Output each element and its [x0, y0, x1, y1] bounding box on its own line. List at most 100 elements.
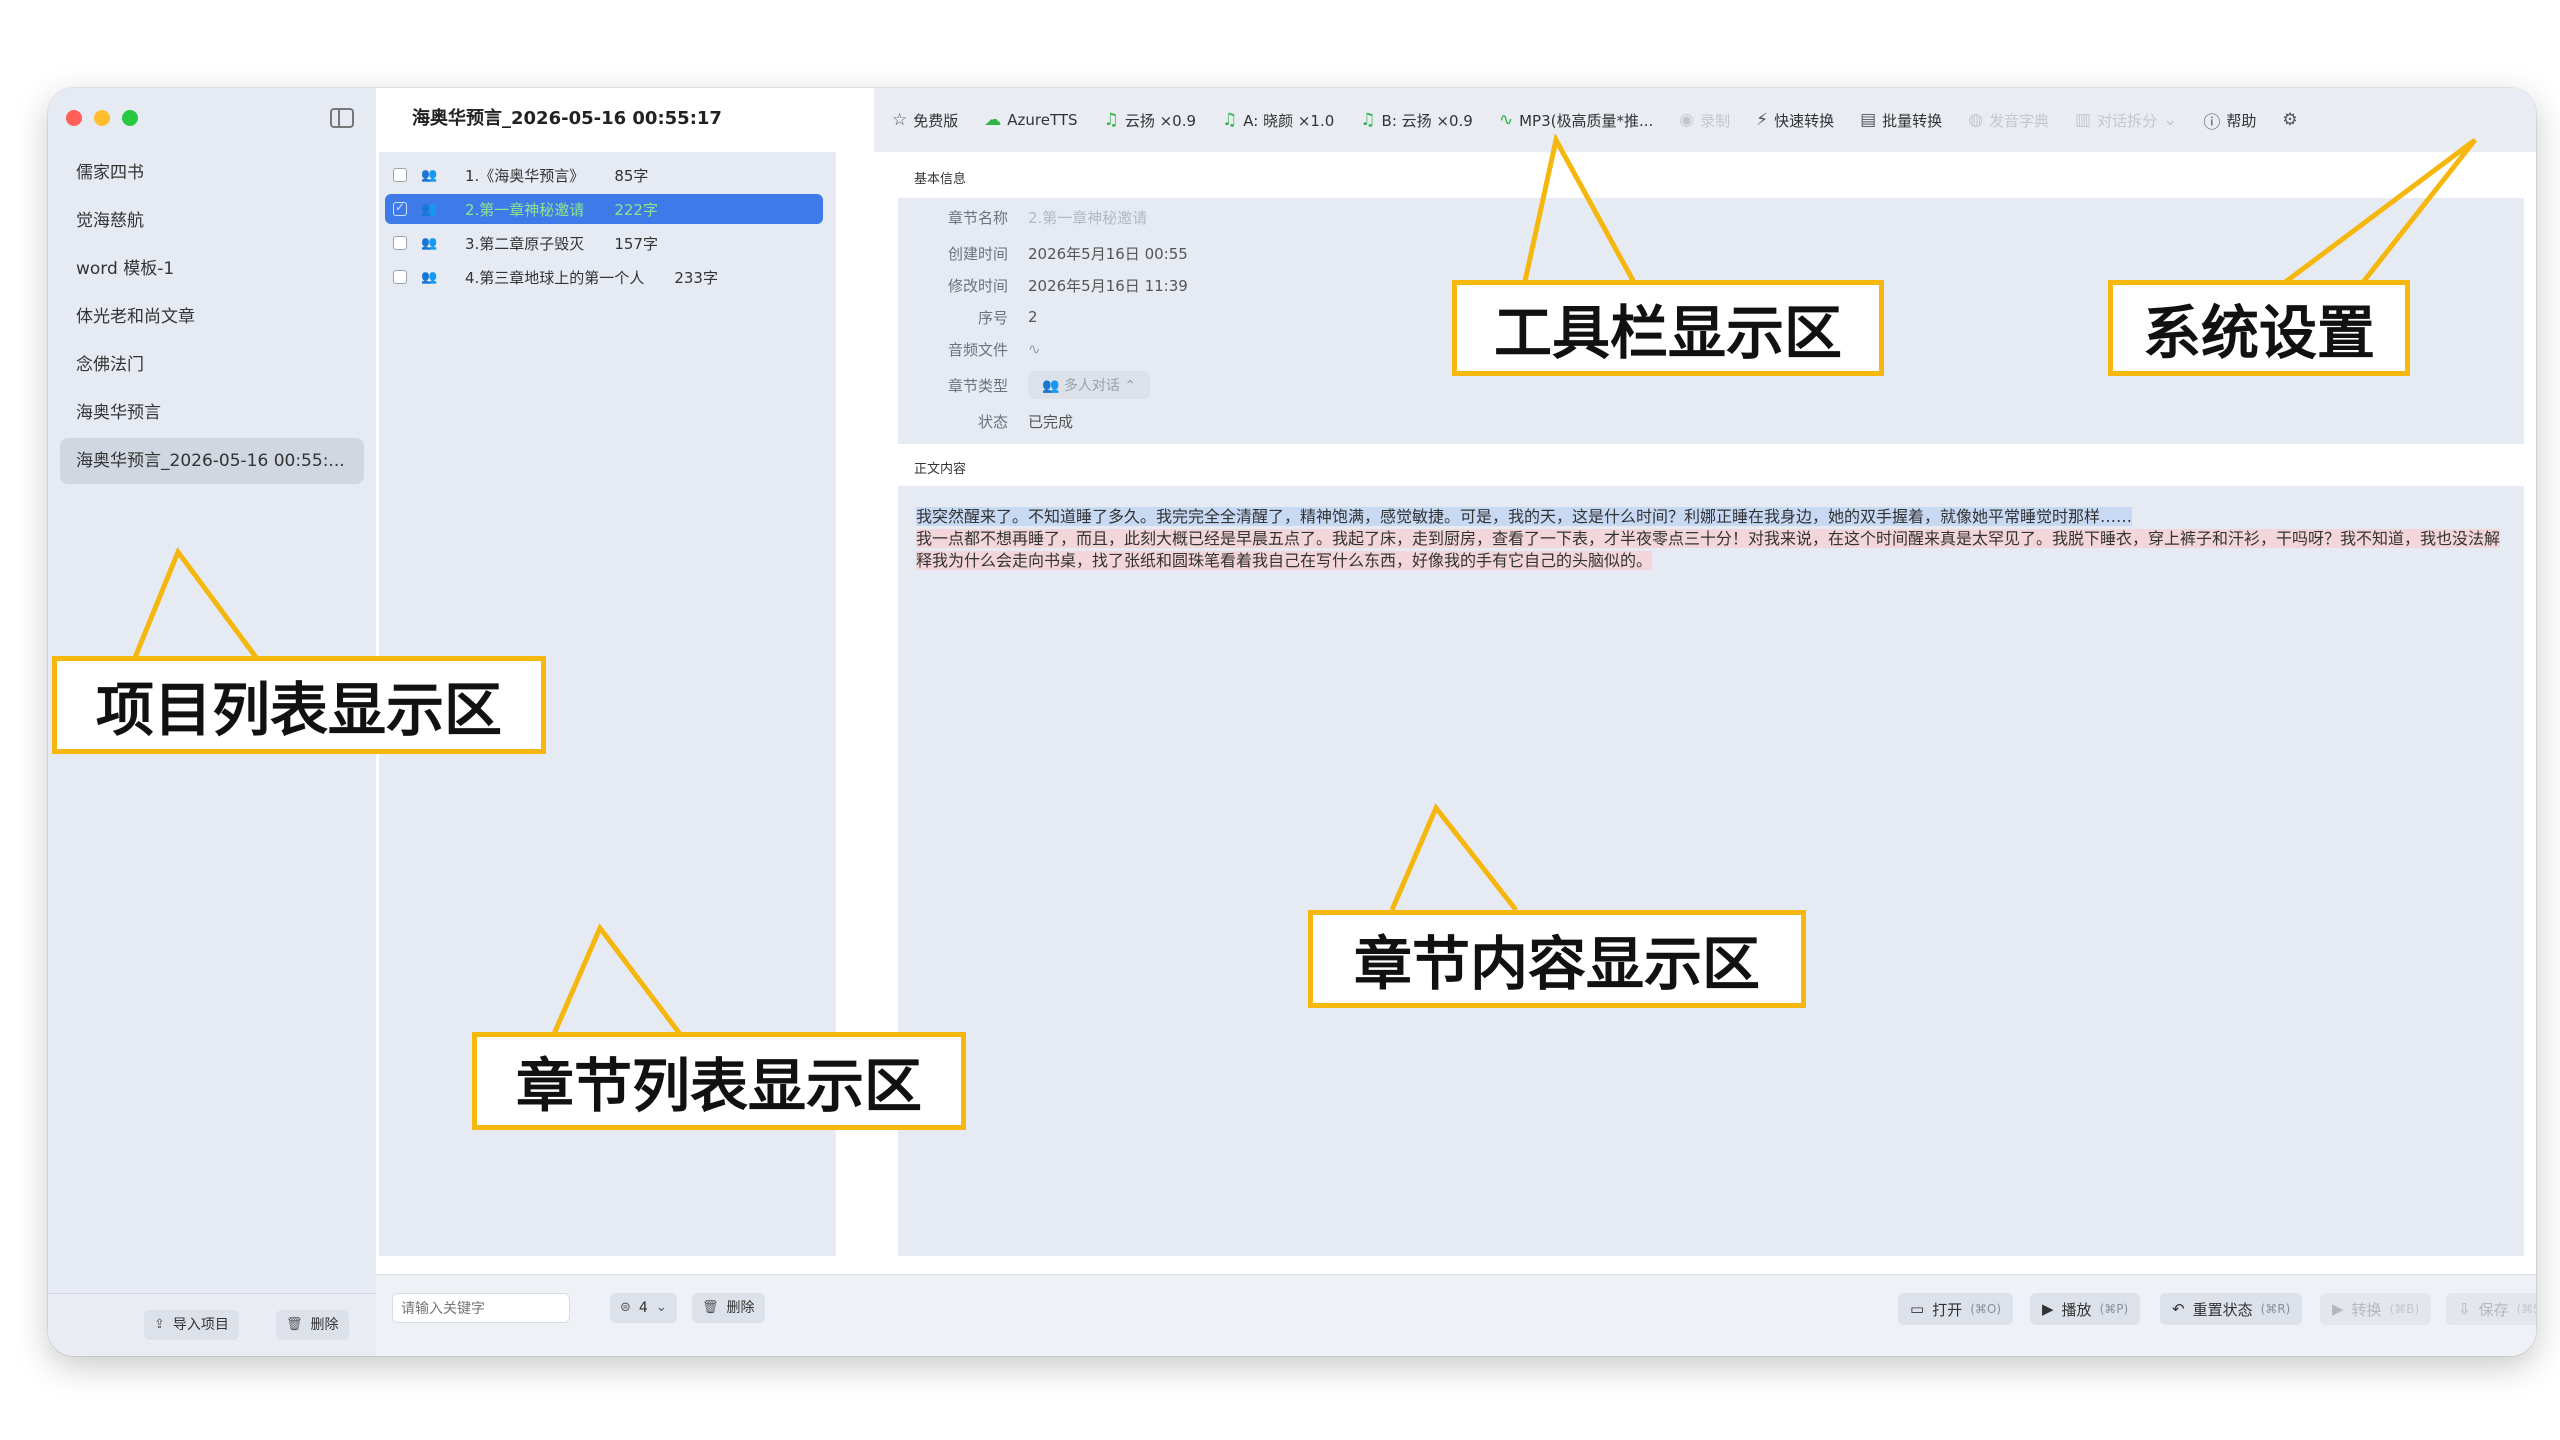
- save-button[interactable]: ⇩ 保存 (⌘S): [2446, 1293, 2536, 1325]
- minimize-window-button[interactable]: [94, 110, 110, 126]
- play-button[interactable]: ▶ 播放 (⌘P): [2030, 1293, 2141, 1325]
- dialog-split-button[interactable]: ▥ 对话拆分 ⌄: [2075, 110, 2177, 131]
- project-item[interactable]: word 模板-1: [60, 246, 364, 292]
- quick-convert-label: 快速转换: [1774, 111, 1835, 130]
- project-item[interactable]: 儒家四书: [60, 150, 364, 196]
- project-item-selected[interactable]: 海奥华预言_2026-05-16 00:55:...: [60, 438, 364, 484]
- created-value: 2026年5月16日 00:55: [1028, 244, 1188, 263]
- voice-a-select[interactable]: ♫ A: 晓颜 ×1.0: [1222, 110, 1334, 131]
- multi-speaker-icon: 👥: [421, 167, 437, 183]
- chapter-text-editor[interactable]: 我突然醒来了。不知道睡了多久。我完完全全清醒了，精神饱满，感觉敏捷。可是，我的天…: [898, 486, 2524, 1256]
- batch-convert-button[interactable]: ▤ 批量转换: [1860, 110, 1942, 131]
- multi-speaker-icon: 👥: [421, 201, 437, 217]
- modified-label: 修改时间: [947, 276, 1008, 295]
- engine-label: AzureTTS: [1007, 111, 1078, 129]
- chapter-row-selected[interactable]: 👥 2.第一章神秘邀请 222字: [385, 194, 823, 224]
- delete-chapter-label: 删除: [726, 1300, 755, 1316]
- chapter-word-count: 222字: [614, 200, 658, 219]
- project-item[interactable]: 海奥华预言: [60, 390, 364, 436]
- record-icon: ◉: [1679, 110, 1695, 130]
- import-project-button[interactable]: ⇪ 导入项目: [144, 1310, 239, 1340]
- zoom-window-button[interactable]: [122, 110, 138, 126]
- toolbar-callout: 工具栏显示区: [1452, 280, 1884, 376]
- format-select[interactable]: ∿ MP3(极高质量*推...: [1499, 110, 1653, 131]
- chapter-row[interactable]: 👥 4.第三章地球上的第一个人 233字: [385, 262, 823, 292]
- waveform-icon[interactable]: ∿: [1028, 340, 1041, 358]
- name-input[interactable]: 2.第一章神秘邀请: [1028, 207, 1147, 228]
- info-section-label: 基本信息: [914, 172, 967, 187]
- filter-icon: ⊜: [620, 1300, 631, 1315]
- project-item[interactable]: 体光老和尚文章: [60, 294, 364, 340]
- filter-select[interactable]: ⊜ 4 ⌄: [610, 1293, 677, 1323]
- split-icon: ▥: [2075, 110, 2092, 130]
- chapter-word-count: 157字: [614, 234, 658, 253]
- dialog-split-label: 对话拆分: [2097, 111, 2158, 130]
- voice-label: 云扬 ×0.9: [1124, 111, 1197, 130]
- info-row-modified: 修改时间 2026年5月16日 11:39: [898, 270, 1188, 300]
- undo-icon: ↶: [2172, 1300, 2185, 1318]
- chapter-title: 4.第三章地球上的第一个人: [465, 268, 645, 287]
- delete-project-button[interactable]: 🗑 删除: [276, 1310, 349, 1340]
- project-actions-bar: ⇪ 导入项目 🗑 删除: [48, 1293, 376, 1356]
- waveform-icon: ∿: [1498, 110, 1514, 130]
- convert-button[interactable]: ▶ 转换 (⌘B): [2320, 1293, 2432, 1325]
- engine-select[interactable]: ☁ AzureTTS: [984, 110, 1077, 130]
- dictionary-icon: ◍: [1968, 110, 1984, 130]
- play-icon: ▶: [2042, 1300, 2054, 1318]
- project-item[interactable]: 觉海慈航: [60, 198, 364, 244]
- voice-b-select[interactable]: ♫ B: 云扬 ×0.9: [1360, 110, 1473, 131]
- trash-icon: 🗑: [286, 1317, 303, 1332]
- multi-speaker-icon: ♫: [1222, 110, 1238, 130]
- info-row-status: 状态 已完成: [898, 406, 1073, 436]
- gear-icon: ⚙: [2282, 110, 2298, 130]
- convert-label: 转换: [2351, 1300, 2382, 1319]
- body-section-label: 正文内容: [914, 462, 967, 477]
- play-shortcut: (⌘P): [2099, 1302, 2129, 1316]
- chapter-row[interactable]: 👥 1.《海奥华预言》 85字: [385, 160, 823, 190]
- free-version-button[interactable]: ☆ 免费版: [892, 110, 958, 131]
- open-button[interactable]: ▭ 打开 (⌘O): [1898, 1293, 2014, 1325]
- quick-convert-button[interactable]: ⚡ 快速转换: [1756, 110, 1834, 131]
- multi-speaker-icon: 👥: [1042, 378, 1064, 394]
- folder-icon: ▭: [1910, 1300, 1925, 1318]
- modified-value: 2026年5月16日 11:39: [1028, 276, 1188, 295]
- sidebar-toggle-icon[interactable]: [330, 108, 354, 128]
- dictionary-button[interactable]: ◍ 发音字典: [1968, 110, 2049, 131]
- batch-icon: ▤: [1860, 110, 1877, 130]
- delete-chapter-button[interactable]: 🗑 删除: [692, 1293, 765, 1323]
- convert-shortcut: (⌘B): [2389, 1302, 2420, 1316]
- help-label: 帮助: [2226, 111, 2257, 130]
- audio-label: 音频文件: [947, 340, 1008, 359]
- projects-callout: 项目列表显示区: [52, 656, 546, 754]
- chapter-body-text[interactable]: 我突然醒来了。不知道睡了多久。我完完全全清醒了，精神饱满，感觉敏捷。可是，我的天…: [916, 506, 2506, 572]
- chapter-search-input[interactable]: [392, 1293, 570, 1323]
- voice-select[interactable]: ♫ 云扬 ×0.9: [1104, 110, 1196, 131]
- batch-convert-label: 批量转换: [1882, 111, 1943, 130]
- index-label: 序号: [977, 308, 1008, 327]
- open-shortcut: (⌘O): [1970, 1302, 2002, 1316]
- project-item[interactable]: 念佛法门: [60, 342, 364, 388]
- dialog-segment-a: 我突然醒来了。不知道睡了多久。我完完全全清醒了，精神饱满，感觉敏捷。可是，我的天…: [916, 507, 2133, 526]
- voice-b-label: B: 云扬 ×0.9: [1381, 111, 1473, 130]
- format-label: MP3(极高质量*推...: [1519, 111, 1654, 130]
- reset-status-button[interactable]: ↶ 重置状态 (⌘R): [2160, 1293, 2303, 1325]
- info-row-audio: 音频文件 ∿: [898, 334, 1041, 364]
- close-window-button[interactable]: [66, 110, 82, 126]
- chapter-row[interactable]: 👥 3.第二章原子毁灭 157字: [385, 228, 823, 258]
- chapter-checkbox[interactable]: [393, 270, 407, 284]
- open-label: 打开: [1932, 1300, 1963, 1319]
- chapter-type-select[interactable]: 👥 多人对话 ⌃: [1028, 371, 1151, 399]
- chapter-checkbox[interactable]: [393, 168, 407, 182]
- help-button[interactable]: ⓘ 帮助: [2203, 108, 2256, 133]
- speaker-voice-icon: ♫: [1103, 110, 1119, 130]
- record-label: 录制: [1700, 111, 1731, 130]
- chevron-down-icon: ⌄: [655, 1300, 667, 1315]
- settings-button[interactable]: ⚙: [2282, 110, 2297, 130]
- created-label: 创建时间: [947, 244, 1008, 263]
- chapter-title: 1.《海奥华预言》: [465, 166, 585, 185]
- chapter-checkbox[interactable]: [393, 200, 407, 216]
- save-shortcut: (⌘S): [2516, 1302, 2536, 1316]
- chapter-checkbox[interactable]: [393, 236, 407, 250]
- record-button[interactable]: ◉ 录制: [1679, 110, 1730, 131]
- chapter-title: 3.第二章原子毁灭: [465, 234, 585, 253]
